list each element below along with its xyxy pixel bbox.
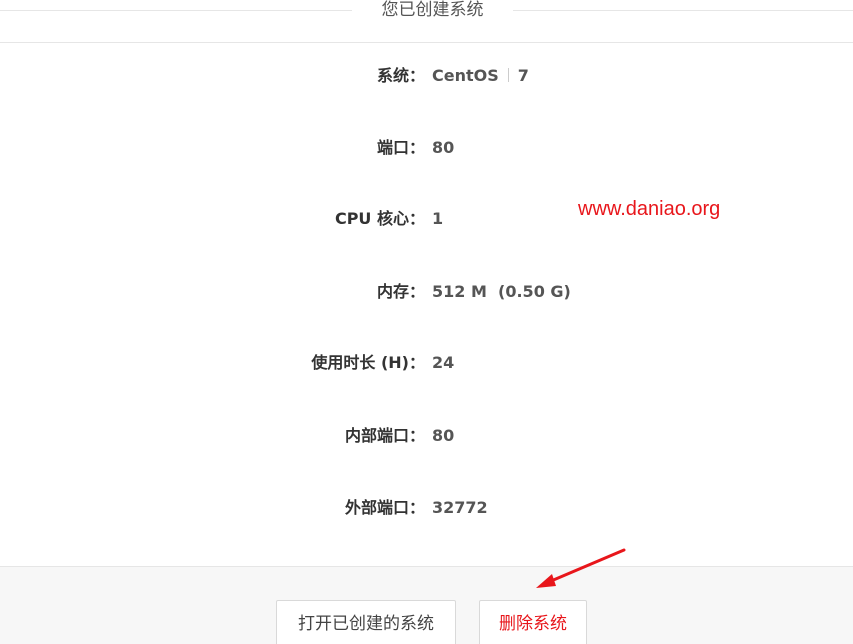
system-name: CentOS xyxy=(432,66,499,85)
info-row-external-port: 外部端口： 32772 xyxy=(0,496,853,520)
duration-label: 使用时长 (H)： xyxy=(311,353,425,372)
delete-system-button[interactable]: 删除系统 xyxy=(479,600,587,644)
panel-title: 您已创建系统 xyxy=(381,0,484,20)
panel-header: 您已创建系统 xyxy=(0,0,853,43)
header-divider-left xyxy=(0,10,352,11)
duration-value: 24 xyxy=(432,353,455,372)
external-port-label: 外部端口： xyxy=(344,498,425,517)
open-system-button[interactable]: 打开已创建的系统 xyxy=(276,600,456,644)
value-separator xyxy=(507,68,509,82)
cpu-value: 1 xyxy=(432,209,444,228)
system-value: CentOS 7 xyxy=(432,64,529,88)
panel-footer: 打开已创建的系统 删除系统 xyxy=(0,566,853,644)
info-row-memory: 内存： 512 M (0.50 G) xyxy=(0,280,853,304)
memory-label: 内存： xyxy=(376,282,425,301)
red-arrow-icon xyxy=(536,548,626,588)
external-port-value: 32772 xyxy=(432,498,488,517)
info-row-duration: 使用时长 (H)： 24 xyxy=(0,351,853,375)
system-label: 系统： xyxy=(376,66,425,85)
info-row-internal-port: 内部端口： 80 xyxy=(0,424,853,448)
info-row-system: 系统： CentOS 7 xyxy=(0,64,853,88)
system-version: 7 xyxy=(517,66,529,85)
watermark-text: www.daniao.org xyxy=(578,198,721,220)
port-label: 端口： xyxy=(376,138,425,157)
internal-port-label: 内部端口： xyxy=(344,426,425,445)
memory-value: 512 M (0.50 G) xyxy=(432,282,571,301)
cpu-label: CPU 核心： xyxy=(334,209,425,228)
port-value: 80 xyxy=(432,138,455,157)
info-row-cpu: CPU 核心： 1 xyxy=(0,207,853,231)
created-system-panel: 您已创建系统 系统： CentOS 7 端口： 80 CPU 核心： 1 内存： … xyxy=(0,0,853,644)
internal-port-value: 80 xyxy=(432,426,455,445)
info-row-port: 端口： 80 xyxy=(0,136,853,160)
header-divider-right xyxy=(513,10,853,11)
